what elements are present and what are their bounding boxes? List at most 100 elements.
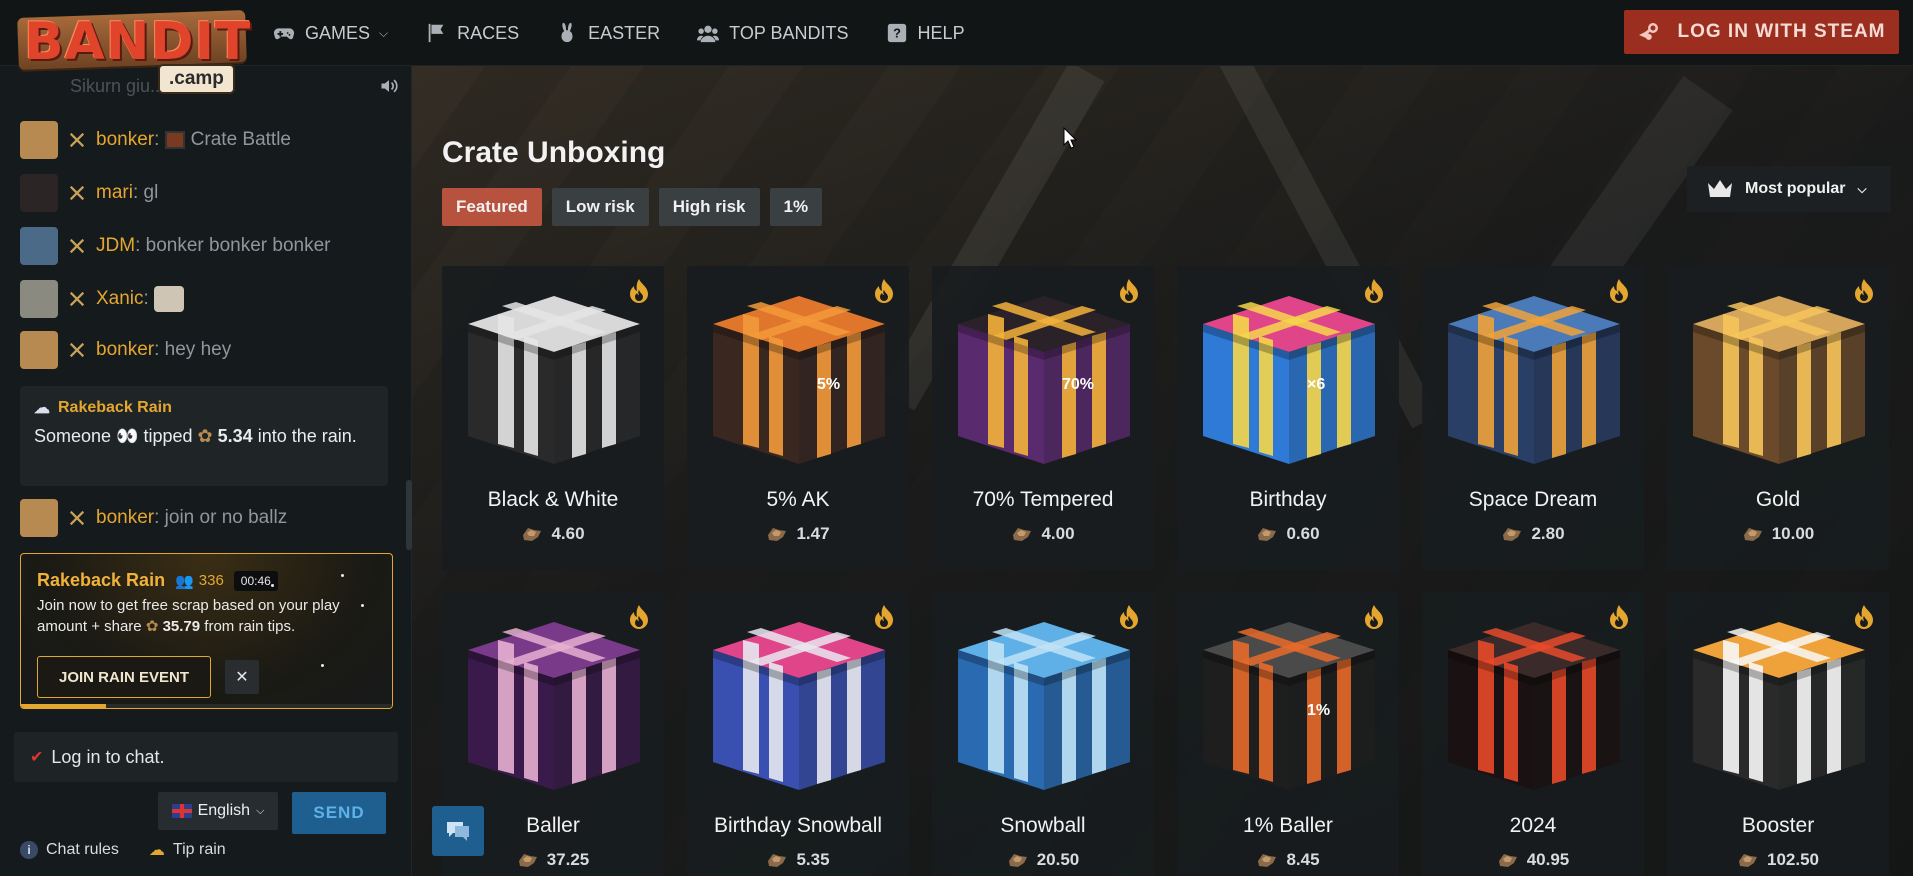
crate-price: 5.35 [796, 850, 830, 869]
rain-progress-fill [21, 704, 107, 708]
chat-footer: i Chat rules ☁ Tip rain [20, 840, 226, 860]
crate-card[interactable]: 5% 5% AK 1.47 [687, 266, 909, 570]
sort-label: Most popular [1745, 180, 1846, 197]
crate-card[interactable]: Booster 102.50 [1667, 592, 1889, 876]
scrap-icon: ✿ [145, 618, 159, 635]
crate-image [958, 296, 1130, 464]
crate-name: Birthday [1249, 488, 1327, 511]
chat-message: Xanic: [20, 279, 185, 319]
chat-input[interactable]: ✔ Log in to chat. [14, 732, 398, 782]
chat-username[interactable]: Xanic [96, 288, 144, 309]
avatar[interactable] [20, 280, 58, 318]
sort-dropdown[interactable]: Most popular ⌵ [1687, 166, 1891, 212]
chat-text: hey hey [164, 339, 232, 360]
crate-price-row: 40.95 [1422, 850, 1644, 870]
tip-rain-label: Tip rain [172, 841, 226, 858]
chat-username[interactable]: bonker [96, 339, 154, 360]
crate-emoji-icon [164, 130, 185, 149]
crate-card[interactable]: 1% 1% Baller 8.45 [1177, 592, 1399, 876]
nav-help-label: HELP [917, 22, 965, 43]
login-label: LOG IN WITH STEAM [1677, 21, 1886, 42]
login-with-steam-button[interactable]: LOG IN WITH STEAM [1624, 10, 1899, 54]
chevron-down-icon: ⌵ [256, 804, 265, 817]
crate-card[interactable]: Gold 10.00 [1667, 266, 1889, 570]
avatar[interactable] [20, 121, 58, 159]
spark-decoration [271, 584, 274, 587]
rain-event-title: Rakeback Rain [37, 570, 166, 590]
steam-icon [1639, 23, 1659, 40]
spark-decoration [321, 664, 324, 667]
nav-races[interactable]: RACES [424, 22, 519, 44]
chat-message: bonker: hey hey [20, 330, 231, 370]
nav-easter[interactable]: EASTER [555, 22, 660, 44]
cloud-icon: ☁ [34, 400, 50, 417]
join-rain-event-button[interactable]: JOIN RAIN EVENT [37, 656, 211, 698]
avatar[interactable] [20, 499, 58, 537]
crate-card[interactable]: 70% 70% Tempered 4.00 [932, 266, 1154, 570]
chat-username[interactable]: JDM [96, 235, 135, 256]
rain-amount: 35.79 [162, 618, 201, 635]
gamepad-icon [273, 28, 295, 40]
crate-name: Gold [1755, 488, 1801, 511]
chat-text: Crate Battle [190, 129, 291, 150]
crossed-swords-icon [69, 238, 85, 254]
chat-username[interactable]: mari [96, 182, 133, 203]
chat-username[interactable]: bonker [96, 507, 154, 528]
avatar[interactable] [20, 227, 58, 265]
crate-name: Booster [1741, 814, 1815, 837]
svg-text:?: ? [893, 26, 901, 41]
crossed-swords-icon [69, 291, 85, 307]
crossed-swords-icon [69, 342, 85, 358]
chat-text: join or no ballz [164, 507, 288, 528]
rain-timer: 00:46 [233, 570, 278, 591]
nav-help[interactable]: ? HELP [885, 22, 965, 44]
filter-tabs: Featured Low risk High risk 1% [442, 188, 823, 226]
nav-top-bandits[interactable]: TOP BANDITS [696, 22, 849, 44]
crate-card[interactable]: Black & White 4.60 [442, 266, 664, 570]
rain-progress-bar [21, 704, 392, 708]
crate-image [958, 622, 1130, 790]
spark-decoration [361, 604, 364, 607]
close-icon[interactable]: ✕ [225, 660, 259, 694]
crate-card[interactable]: Birthday Snowball 5.35 [687, 592, 909, 876]
scrap-icon [768, 854, 787, 867]
crate-card[interactable]: Space Dream 2.80 [1422, 266, 1644, 570]
language-select[interactable]: English ⌵ [158, 792, 278, 830]
nav-easter-label: EASTER [588, 22, 661, 43]
chat-input-placeholder: Log in to chat. [51, 746, 165, 767]
filter-low-risk[interactable]: Low risk [551, 188, 649, 226]
crate-card[interactable]: Snowball 20.50 [932, 592, 1154, 876]
chat-rules-link[interactable]: i Chat rules [20, 840, 119, 860]
volume-icon[interactable] [378, 76, 400, 96]
crate-card[interactable]: 2024 40.95 [1422, 592, 1644, 876]
avatar[interactable] [20, 331, 58, 369]
page-title: Crate Unboxing [442, 136, 666, 169]
chat-username[interactable]: bonker [96, 129, 154, 150]
crate-price: 0.60 [1286, 524, 1320, 543]
scrap-icon [768, 528, 787, 541]
crate-price-row: 5.35 [687, 850, 909, 870]
filter-high-risk[interactable]: High risk [658, 188, 760, 226]
send-button[interactable]: SEND [292, 792, 386, 834]
chat-text: gl [143, 182, 159, 203]
crate-image [468, 622, 640, 790]
chat-message: JDM: bonker bonker bonker [20, 226, 330, 266]
nav-games[interactable]: GAMES ⌵ [272, 22, 388, 44]
users-icon [697, 25, 720, 43]
crate-price-row: 4.00 [932, 524, 1154, 544]
chat-toggle-button[interactable] [432, 806, 484, 856]
filter-1-percent[interactable]: 1% [769, 188, 823, 226]
crate-card[interactable]: ×6 Birthday 0.60 [1177, 266, 1399, 570]
crossed-swords-icon [69, 132, 85, 148]
filter-featured[interactable]: Featured [442, 188, 542, 226]
crate-price: 2.80 [1531, 524, 1565, 543]
bandit-camp-logo[interactable]: BANDIT .camp [17, 8, 250, 94]
language-label: English [197, 802, 251, 819]
crate-image [1693, 622, 1865, 790]
crate-image [713, 296, 885, 464]
crate-price: 10.00 [1771, 524, 1815, 543]
avatar[interactable] [20, 174, 58, 212]
crossed-swords-icon [69, 185, 85, 201]
tip-rain-link[interactable]: ☁ Tip rain [149, 840, 226, 860]
chevron-down-icon: ⌵ [1857, 181, 1867, 196]
